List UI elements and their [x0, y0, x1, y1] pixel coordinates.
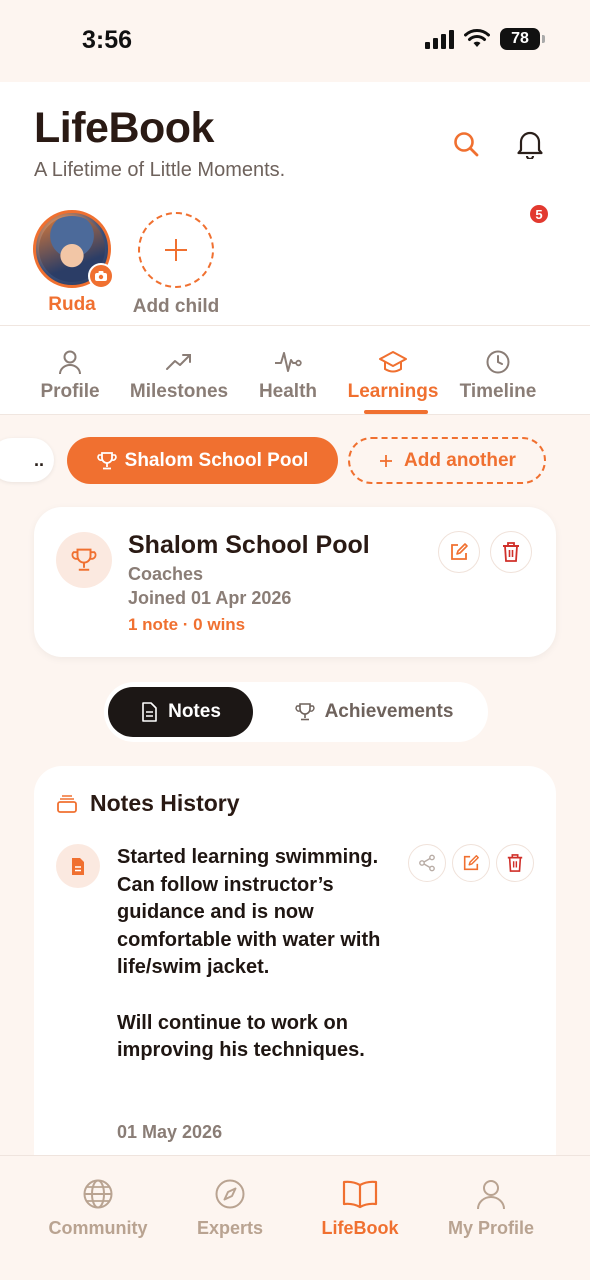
- section-tabs: Profile Milestones Health Learnings Time…: [0, 325, 590, 415]
- app-title: LifeBook: [34, 104, 214, 152]
- compass-icon: [215, 1179, 245, 1209]
- share-icon: [419, 854, 435, 872]
- club-role: Coaches: [128, 564, 204, 584]
- club-card: Shalom School Pool Coaches Joined 01 Apr…: [34, 507, 556, 657]
- pulse-icon: [275, 352, 302, 372]
- nav-label: My Profile: [447, 1218, 535, 1238]
- edit-icon: [463, 855, 479, 871]
- delete-note-button[interactable]: [496, 844, 534, 882]
- plus-icon: [165, 239, 187, 261]
- clock-icon: [486, 350, 510, 374]
- plus-icon: [380, 454, 393, 467]
- add-child[interactable]: Add child: [126, 210, 226, 318]
- tab-label: Learnings: [347, 381, 439, 402]
- battery-icon: 78: [500, 28, 545, 50]
- chip-shalom-school-pool[interactable]: Shalom School Pool: [67, 437, 338, 484]
- bell-icon: [517, 131, 543, 159]
- edit-club-button[interactable]: [438, 531, 480, 573]
- add-another-button[interactable]: Add another: [348, 437, 546, 484]
- avatar[interactable]: [33, 210, 114, 289]
- notes-history-card: Notes History Started learning swimming.…: [34, 766, 556, 1186]
- note-date: 01 May 2026: [117, 1122, 223, 1142]
- tab-profile[interactable]: Profile: [30, 326, 110, 416]
- share-note-button[interactable]: [408, 844, 446, 882]
- tab-label: Timeline: [459, 381, 537, 402]
- club-joined-date: Joined 01 Apr 2026: [128, 588, 292, 608]
- nav-lifebook[interactable]: LifeBook: [295, 1178, 425, 1239]
- stack-icon: [57, 794, 77, 813]
- chip-label: Shalom School Pool: [124, 449, 309, 471]
- notes-history-header: Notes History: [56, 790, 240, 817]
- delete-club-button[interactable]: [490, 531, 532, 573]
- tab-label: Health: [258, 381, 318, 402]
- camera-button[interactable]: [88, 263, 114, 289]
- nav-experts[interactable]: Experts: [165, 1178, 295, 1239]
- document-icon: [72, 857, 84, 875]
- add-child-button[interactable]: [138, 212, 214, 288]
- nav-label: Experts: [196, 1218, 264, 1238]
- edit-icon: [451, 543, 468, 560]
- trophy-icon: [71, 548, 97, 571]
- club-icon: [56, 532, 112, 588]
- tab-milestones[interactable]: Milestones: [122, 326, 236, 416]
- tab-achievements[interactable]: Achievements: [274, 687, 474, 737]
- book-icon: [342, 1180, 378, 1209]
- person-icon: [59, 350, 81, 375]
- tab-timeline[interactable]: Timeline: [454, 326, 542, 416]
- status-bar: 3:56 78: [0, 0, 590, 82]
- search-button[interactable]: [444, 122, 488, 166]
- nav-label: LifeBook: [321, 1218, 399, 1238]
- user-icon: [477, 1180, 505, 1210]
- note-text: Started learning swimming. Can follow in…: [117, 846, 381, 1062]
- add-child-label: Add child: [132, 296, 220, 317]
- trophy-icon: [295, 703, 315, 721]
- graduation-cap-icon: [379, 351, 407, 373]
- app-subtitle: A Lifetime of Little Moments.: [34, 159, 286, 181]
- tab-label: Profile: [40, 381, 100, 402]
- document-icon: [142, 702, 157, 722]
- active-tab-indicator: [364, 410, 428, 414]
- status-time: 3:56: [82, 26, 133, 54]
- status-icons: 78: [425, 28, 545, 50]
- club-chips: .. Shalom School Pool Add another: [0, 437, 590, 485]
- nav-community[interactable]: Community: [33, 1178, 163, 1239]
- trash-icon: [507, 854, 523, 872]
- search-icon: [454, 132, 479, 157]
- tab-label: Milestones: [129, 381, 229, 402]
- tab-notes-label: Notes: [168, 701, 221, 722]
- child-name: Ruda: [48, 294, 96, 315]
- trend-icon: [166, 354, 191, 370]
- trash-icon: [503, 542, 519, 562]
- tab-notes[interactable]: Notes: [108, 687, 253, 737]
- notifications-button[interactable]: [508, 122, 552, 166]
- child-ruda[interactable]: Ruda: [22, 210, 122, 316]
- globe-icon: [83, 1179, 113, 1209]
- chip-more[interactable]: ..: [0, 438, 54, 482]
- tab-achievements-label: Achievements: [324, 701, 454, 722]
- tab-learnings[interactable]: Learnings: [340, 326, 446, 416]
- nav-label: Community: [48, 1218, 148, 1238]
- bottom-nav: Community Experts LifeBook My Profile: [0, 1155, 590, 1280]
- club-name: Shalom School Pool: [128, 531, 370, 559]
- wifi-icon: [464, 29, 490, 47]
- notes-achievements-toggle: Notes Achievements: [104, 682, 488, 742]
- signal-icon: [425, 29, 454, 49]
- club-stats: 1 note · 0 wins: [128, 615, 246, 634]
- notification-badge: 5: [528, 203, 550, 225]
- add-another-label: Add another: [404, 449, 516, 471]
- header: LifeBook A Lifetime of Little Moments. 5…: [0, 82, 590, 325]
- nav-my-profile[interactable]: My Profile: [426, 1178, 556, 1239]
- trophy-icon: [96, 451, 117, 469]
- camera-icon: [95, 271, 107, 281]
- tab-health[interactable]: Health: [250, 326, 326, 416]
- notes-history-title: Notes History: [90, 790, 240, 816]
- edit-note-button[interactable]: [452, 844, 490, 882]
- note-icon: [56, 844, 100, 888]
